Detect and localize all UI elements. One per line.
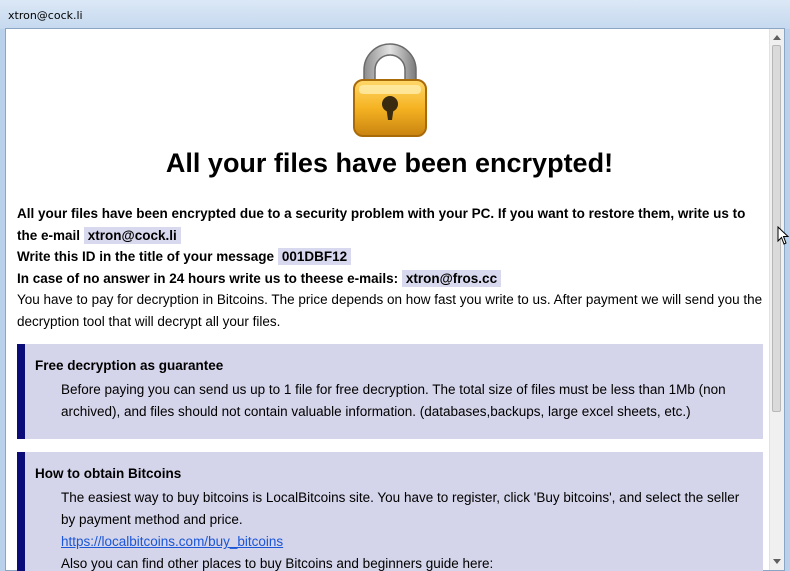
- payment-text: You have to pay for decryption in Bitcoi…: [17, 292, 763, 329]
- scroll-down-icon[interactable]: [773, 559, 781, 564]
- mouse-cursor-icon: [777, 226, 790, 245]
- message-window: All your files have been encrypted! All …: [5, 28, 785, 571]
- section-body: Before paying you can send us up to 1 fi…: [61, 382, 726, 419]
- obtain-bitcoins-section: How to obtain Bitcoins The easiest way t…: [17, 452, 763, 571]
- section-title: Free decryption as guarantee: [35, 358, 224, 373]
- notice-line3: In case of no answer in 24 hours write u…: [17, 270, 399, 286]
- free-decryption-section: Free decryption as guarantee Before payi…: [17, 344, 763, 439]
- notice-line2: Write this ID in the title of your messa…: [17, 249, 275, 264]
- vertical-scrollbar[interactable]: [769, 29, 784, 570]
- contact-email[interactable]: xtron@cock.li: [83, 226, 181, 244]
- backup-email[interactable]: xtron@fros.cc: [401, 269, 502, 287]
- notice-block: All your files have been encrypted due t…: [17, 203, 767, 289]
- padlock-icon: [353, 43, 427, 137]
- section-body: The easiest way to buy bitcoins is Local…: [61, 487, 751, 571]
- window-titlebar[interactable]: xtron@cock.li: [0, 0, 790, 29]
- section-more-text: Also you can find other places to buy Bi…: [61, 556, 494, 571]
- section-title: How to obtain Bitcoins: [35, 466, 182, 481]
- scroll-up-icon[interactable]: [773, 35, 781, 40]
- headline: All your files have been encrypted!: [165, 148, 614, 178]
- message-content: All your files have been encrypted! All …: [7, 30, 772, 571]
- section-body-text: The easiest way to buy bitcoins is Local…: [61, 490, 740, 527]
- victim-id[interactable]: 001DBF12: [277, 248, 352, 265]
- window-title: xtron@cock.li: [8, 9, 83, 22]
- localbitcoins-link[interactable]: https://localbitcoins.com/buy_bitcoins: [61, 534, 283, 549]
